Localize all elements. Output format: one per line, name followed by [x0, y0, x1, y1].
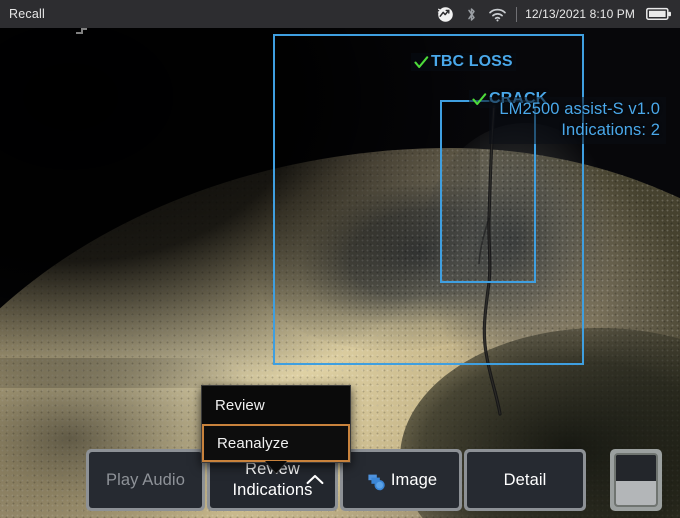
split-screen-icon[interactable]	[610, 449, 662, 511]
menu-item-reanalyze[interactable]: Reanalyze	[202, 424, 350, 462]
taskbar-title: Recall	[9, 7, 45, 21]
menu-pointer-arrow	[265, 461, 287, 473]
indication-label-tbc-loss[interactable]: TBC LOSS	[411, 53, 516, 71]
analytic-name: LM2500 assist-S v1.0	[499, 99, 660, 120]
check-icon	[472, 93, 487, 106]
indication-box-tbc-loss[interactable]	[273, 34, 584, 365]
system-tray: 12/13/2021 8:10 PM	[432, 0, 680, 28]
menu-item-label: Reanalyze	[217, 435, 289, 452]
check-icon	[414, 56, 429, 69]
bluetooth-icon[interactable]	[458, 0, 484, 28]
image-button[interactable]: Image	[340, 449, 462, 511]
detail-button[interactable]: Detail	[464, 449, 586, 511]
indication-label-text: TBC LOSS	[431, 53, 513, 71]
menu-item-label: Review	[215, 397, 265, 414]
analytic-indication-count: Indications: 2	[499, 120, 660, 141]
play-audio-button[interactable]: Play Audio	[86, 449, 205, 511]
cursor-artifact-icon	[75, 28, 89, 38]
clock[interactable]: 12/13/2021 8:10 PM	[525, 7, 635, 21]
chevron-up-icon[interactable]	[306, 474, 324, 485]
tray-divider	[516, 7, 517, 22]
layout-bottom-pane	[616, 481, 656, 505]
play-audio-label: Play Audio	[106, 470, 185, 491]
wifi-icon[interactable]	[484, 0, 510, 28]
borescope-app-window: Recall	[0, 0, 680, 518]
detail-label: Detail	[504, 470, 547, 491]
image-label: Image	[391, 470, 437, 491]
layout-top-pane	[616, 455, 656, 481]
taskbar: Recall	[0, 0, 680, 28]
activity-circle-icon[interactable]	[432, 0, 458, 28]
menu-item-review[interactable]: Review	[202, 386, 350, 424]
image-layers-icon	[366, 473, 388, 493]
review-indications-label-line2: Indications	[233, 481, 313, 499]
battery-full-icon[interactable]	[646, 7, 672, 21]
analytic-banner: LM2500 assist-S v1.0 Indications: 2	[489, 97, 666, 144]
review-indications-menu[interactable]: Review Reanalyze	[201, 385, 351, 463]
